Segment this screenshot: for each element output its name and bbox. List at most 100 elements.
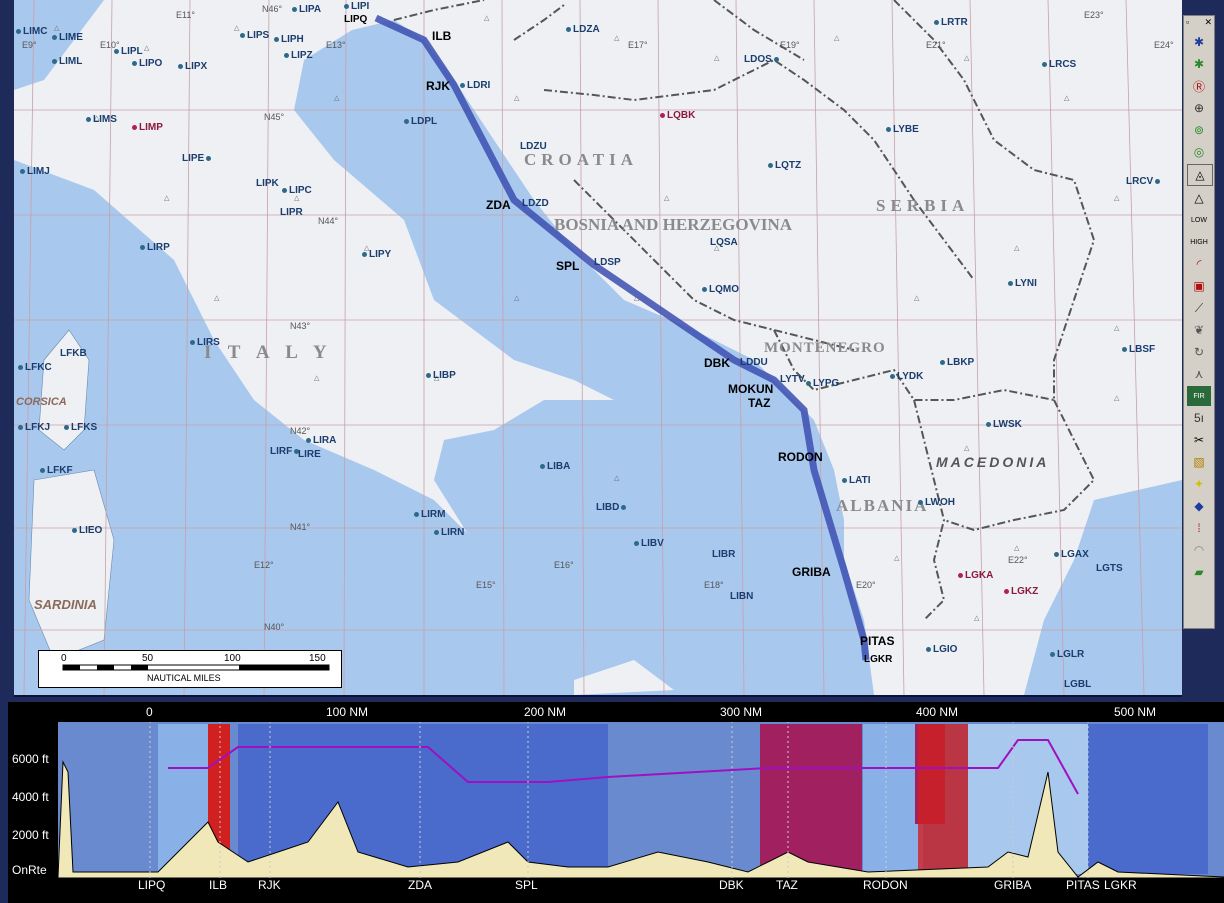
airport-label[interactable]: LDZA bbox=[566, 24, 600, 35]
airport-label[interactable]: LIBN bbox=[730, 591, 753, 602]
ndb-icon[interactable]: ⊚ bbox=[1187, 120, 1211, 140]
runway-icon[interactable]: ⟋ bbox=[1187, 298, 1211, 318]
airport-label[interactable]: LYPG bbox=[806, 378, 839, 389]
waypoint-label[interactable]: DBK bbox=[704, 357, 730, 370]
airport-label[interactable]: LRTR bbox=[934, 17, 968, 28]
airport-label[interactable]: LGTS bbox=[1096, 563, 1123, 574]
airport-label[interactable]: LIRN bbox=[434, 527, 464, 538]
map-view[interactable]: △ △ △ △ △ △ △ △ △ △ △ △ △ △ △ △ △ △ △ △ △ △ △ △ △ △ △ △ △ △ △ △ … bbox=[14, 0, 1182, 697]
airport-label[interactable]: LIRS bbox=[190, 337, 220, 348]
airport-label[interactable]: LBKP bbox=[940, 357, 974, 368]
airport-label[interactable]: LGKZ bbox=[1004, 586, 1038, 597]
airport-label[interactable]: LIRP bbox=[140, 242, 170, 253]
airport-label[interactable]: LIMC bbox=[16, 26, 47, 37]
airport-label[interactable]: LATI bbox=[842, 475, 870, 486]
airport-label[interactable]: LWOH bbox=[918, 497, 955, 508]
terrain-icon[interactable]: ❦ bbox=[1187, 320, 1211, 340]
airport-label[interactable]: LIRE bbox=[298, 449, 321, 460]
waypoint-label[interactable]: MOKUN bbox=[728, 383, 773, 396]
airport-label[interactable]: LGKA bbox=[958, 570, 993, 581]
airway-icon[interactable]: Ⓡ bbox=[1187, 76, 1211, 96]
pattern-icon[interactable]: ▧ bbox=[1187, 452, 1211, 472]
waypoint-label[interactable]: ZDA bbox=[486, 199, 511, 212]
restricted-icon[interactable]: ▣ bbox=[1187, 276, 1211, 296]
close-icon[interactable]: ✕ bbox=[1204, 17, 1212, 29]
airport-label[interactable]: LBSF bbox=[1122, 344, 1155, 355]
airport-label[interactable]: LIBA bbox=[540, 461, 570, 472]
waypoint-label[interactable]: GRIBA bbox=[792, 566, 831, 579]
airport-label[interactable]: LIPR bbox=[280, 207, 303, 218]
waypoint-label[interactable]: RODON bbox=[778, 451, 823, 464]
fir-icon[interactable]: FIR bbox=[1187, 386, 1211, 406]
signal-icon[interactable]: ⁞ bbox=[1187, 518, 1211, 538]
waypoint-icon[interactable]: △ bbox=[1187, 188, 1211, 208]
airport-label[interactable]: LIPX bbox=[178, 61, 207, 72]
airport-label[interactable]: LIBP bbox=[426, 370, 456, 381]
airport-label[interactable]: LIMS bbox=[86, 114, 117, 125]
airport-label[interactable]: LFKB bbox=[60, 348, 87, 359]
waypoint-label[interactable]: ILB bbox=[432, 30, 451, 43]
airport-label[interactable]: LIPO bbox=[132, 58, 162, 69]
airport-label[interactable]: LIBD bbox=[596, 502, 628, 513]
star-icon[interactable]: ✦ bbox=[1187, 474, 1211, 494]
airport-label[interactable]: LGAX bbox=[1054, 549, 1089, 560]
airport-label[interactable]: LQBK bbox=[660, 110, 695, 121]
ndb2-icon[interactable]: ◎ bbox=[1187, 142, 1211, 162]
airport-label[interactable]: LIEO bbox=[72, 525, 102, 536]
airport-label[interactable]: LQSA bbox=[710, 237, 738, 248]
airport-label[interactable]: LIML bbox=[52, 56, 82, 67]
range-icon[interactable]: ◜ bbox=[1187, 254, 1211, 274]
airport-label[interactable]: LGIO bbox=[926, 644, 957, 655]
airport-label[interactable]: LFKC bbox=[18, 362, 52, 373]
airport-label[interactable]: LIPI bbox=[344, 1, 369, 12]
low-icon[interactable]: LOW bbox=[1187, 210, 1211, 230]
vertical-profile-panel[interactable]: 0 100 NM 200 NM 300 NM 400 NM 500 NM 600… bbox=[8, 702, 1224, 903]
airport-label[interactable]: LFKJ bbox=[18, 422, 50, 433]
airport-label[interactable]: LIPS bbox=[240, 30, 269, 41]
airport-label[interactable]: LIRM bbox=[414, 509, 445, 520]
waypoint-label[interactable]: LGKR bbox=[864, 653, 892, 666]
wind-icon[interactable]: ↻ bbox=[1187, 342, 1211, 362]
airport-label[interactable]: LIRA bbox=[306, 435, 336, 446]
airport-label[interactable]: LIMJ bbox=[20, 166, 50, 177]
airport-label[interactable]: LYTV bbox=[780, 374, 805, 385]
airport-label[interactable]: LIME bbox=[52, 32, 83, 43]
airport-label[interactable]: LYDK bbox=[890, 371, 923, 382]
airport-label[interactable]: LDRI bbox=[460, 80, 490, 91]
high-icon[interactable]: HIGH bbox=[1187, 232, 1211, 252]
airport-label[interactable]: LIRF bbox=[270, 446, 301, 457]
airport-label[interactable]: LIPL bbox=[114, 46, 143, 57]
airport-label[interactable]: LIPE bbox=[182, 153, 213, 164]
airport-label[interactable]: LQTZ bbox=[768, 160, 801, 171]
airport-label[interactable]: LIPZ bbox=[284, 50, 313, 61]
airport-label[interactable]: LDPL bbox=[404, 116, 437, 127]
labels-icon[interactable]: 5ı bbox=[1187, 408, 1211, 428]
airport-label[interactable]: LIBV bbox=[634, 538, 664, 549]
airport-label[interactable]: LDDU bbox=[740, 357, 768, 368]
airport-label[interactable]: LDSP bbox=[594, 257, 621, 268]
airport-label[interactable]: LIPY bbox=[362, 249, 391, 260]
airport-label[interactable]: LIPK bbox=[256, 178, 279, 189]
airport-label[interactable]: LQMO bbox=[702, 284, 739, 295]
airport-label[interactable]: LIBR bbox=[712, 549, 735, 560]
airport-label[interactable]: LDZD bbox=[522, 198, 549, 209]
waypoint-label[interactable]: RJK bbox=[426, 80, 450, 93]
settings-green-icon[interactable]: ✱ bbox=[1187, 54, 1211, 74]
waypoint-label[interactable]: TAZ bbox=[748, 397, 770, 410]
waypoint-label[interactable]: SPL bbox=[556, 260, 579, 273]
waypoint-label[interactable]: PITAS bbox=[860, 635, 894, 648]
vor-icon[interactable]: ⊕ bbox=[1187, 98, 1211, 118]
airport-label[interactable]: LDZU bbox=[520, 141, 547, 152]
airport-label[interactable]: LFKS bbox=[64, 422, 97, 433]
airport-label[interactable]: LIPC bbox=[282, 185, 312, 196]
airport-label[interactable]: LYNI bbox=[1008, 278, 1037, 289]
settings-icon[interactable]: ✱ bbox=[1187, 32, 1211, 52]
route-icon[interactable]: ⋏ bbox=[1187, 364, 1211, 384]
nav-icon[interactable]: ◆ bbox=[1187, 496, 1211, 516]
map-layer-icon[interactable]: ▰ bbox=[1187, 562, 1211, 582]
airport-label[interactable]: LFKF bbox=[40, 465, 73, 476]
cut-icon[interactable]: ✂ bbox=[1187, 430, 1211, 450]
airport-label[interactable]: LRCV bbox=[1126, 176, 1162, 187]
triangle-icon[interactable]: ◬ bbox=[1187, 164, 1213, 186]
airport-label[interactable]: LWSK bbox=[986, 419, 1022, 430]
